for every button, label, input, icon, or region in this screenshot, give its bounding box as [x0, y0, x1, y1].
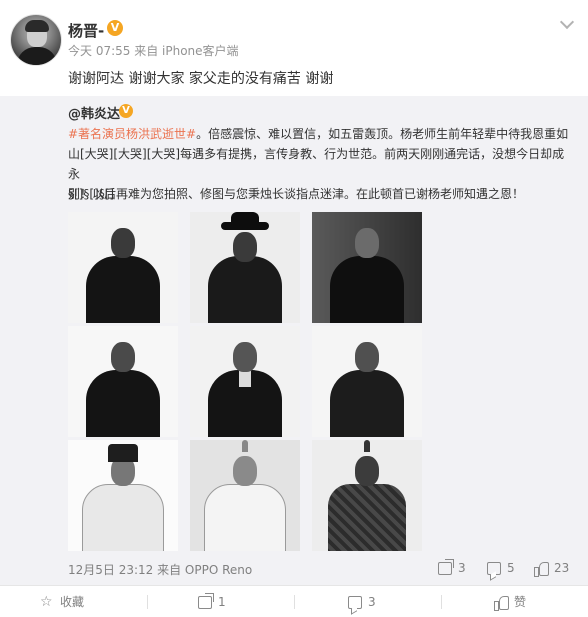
vip-badge-icon: V — [107, 20, 123, 36]
photo-thumbnail[interactable] — [68, 440, 178, 551]
original-text-line2: 山[大哭][大哭][大哭]每遇多有提携，言传身教、行为世范。前两天刚刚通完话，没… — [68, 147, 565, 181]
post-meta: 今天 07:55 来自 iPhone客户端 — [68, 44, 239, 58]
divider — [441, 595, 442, 609]
photo-thumbnail[interactable] — [312, 326, 422, 437]
original-vip-badge-icon: V — [119, 104, 133, 118]
hashtag-link[interactable]: #著名演员杨洪武逝世# — [68, 127, 196, 141]
original-text: #著名演员杨洪武逝世#。倍感震惊、难以置信，如五雷轰顶。杨老师生前年轻辈中待我恩… — [68, 124, 573, 204]
author-avatar[interactable] — [10, 14, 62, 66]
original-like-button[interactable]: 23 — [534, 561, 570, 577]
original-share-button[interactable]: 3 — [438, 561, 466, 575]
like-label: 赞 — [514, 595, 527, 609]
photo-thumbnail[interactable] — [190, 326, 300, 437]
original-share-count: 3 — [458, 561, 466, 575]
action-bar: ☆ 收藏 1 3 赞 — [0, 585, 588, 617]
divider — [294, 595, 295, 609]
photo-thumbnail[interactable] — [312, 212, 422, 323]
comment-icon — [487, 561, 501, 575]
comment-icon — [348, 595, 362, 609]
favorite-label: 收藏 — [60, 595, 85, 609]
comment-count: 3 — [368, 595, 376, 609]
original-post-meta: 12月5日 23:12 来自 OPPO Reno — [68, 563, 253, 577]
comment-button[interactable]: 3 — [348, 586, 376, 617]
photo-thumbnail[interactable] — [312, 440, 422, 551]
star-icon: ☆ — [40, 593, 53, 610]
post-text: 谢谢阿达 谢谢大家 家父走的没有痛苦 谢谢 — [68, 71, 334, 87]
share-icon — [198, 595, 212, 609]
photo-thumbnail[interactable] — [68, 212, 178, 323]
emoji-row: §[]§[]§[] — [68, 187, 115, 201]
share-icon — [438, 561, 452, 575]
more-chevron-icon[interactable] — [560, 18, 574, 28]
original-author-link[interactable]: @韩炎达 — [68, 103, 120, 122]
author-name[interactable]: 杨晋- — [68, 20, 104, 41]
photo-thumbnail[interactable] — [190, 212, 300, 323]
share-button[interactable]: 1 — [198, 586, 226, 617]
photo-thumbnail[interactable] — [190, 440, 300, 551]
weibo-post: 杨晋- V 今天 07:55 来自 iPhone客户端 谢谢阿达 谢谢大家 家父… — [0, 0, 588, 617]
original-comment-count: 5 — [507, 561, 515, 575]
like-icon — [494, 595, 509, 611]
reposted-content: @韩炎达 V #著名演员杨洪武逝世#。倍感震惊、难以置信，如五雷轰顶。杨老师生前… — [0, 96, 588, 585]
like-button[interactable]: 赞 — [494, 586, 526, 617]
original-text-line1: 。倍感震惊、难以置信，如五雷轰顶。杨老师生前年轻辈中待我恩重如 — [196, 127, 569, 141]
photo-grid — [68, 212, 423, 551]
original-like-count: 23 — [554, 561, 570, 575]
original-text-line3: 别！以后再难为您拍照、修图与您秉烛长谈指点迷津。在此顿首已谢杨老师知遇之恩！ — [68, 187, 525, 201]
favorite-button[interactable]: ☆ 收藏 — [40, 586, 84, 617]
share-count: 1 — [218, 595, 226, 609]
photo-thumbnail[interactable] — [68, 326, 178, 437]
like-icon — [534, 561, 549, 577]
divider — [147, 595, 148, 609]
original-comment-button[interactable]: 5 — [487, 561, 515, 575]
